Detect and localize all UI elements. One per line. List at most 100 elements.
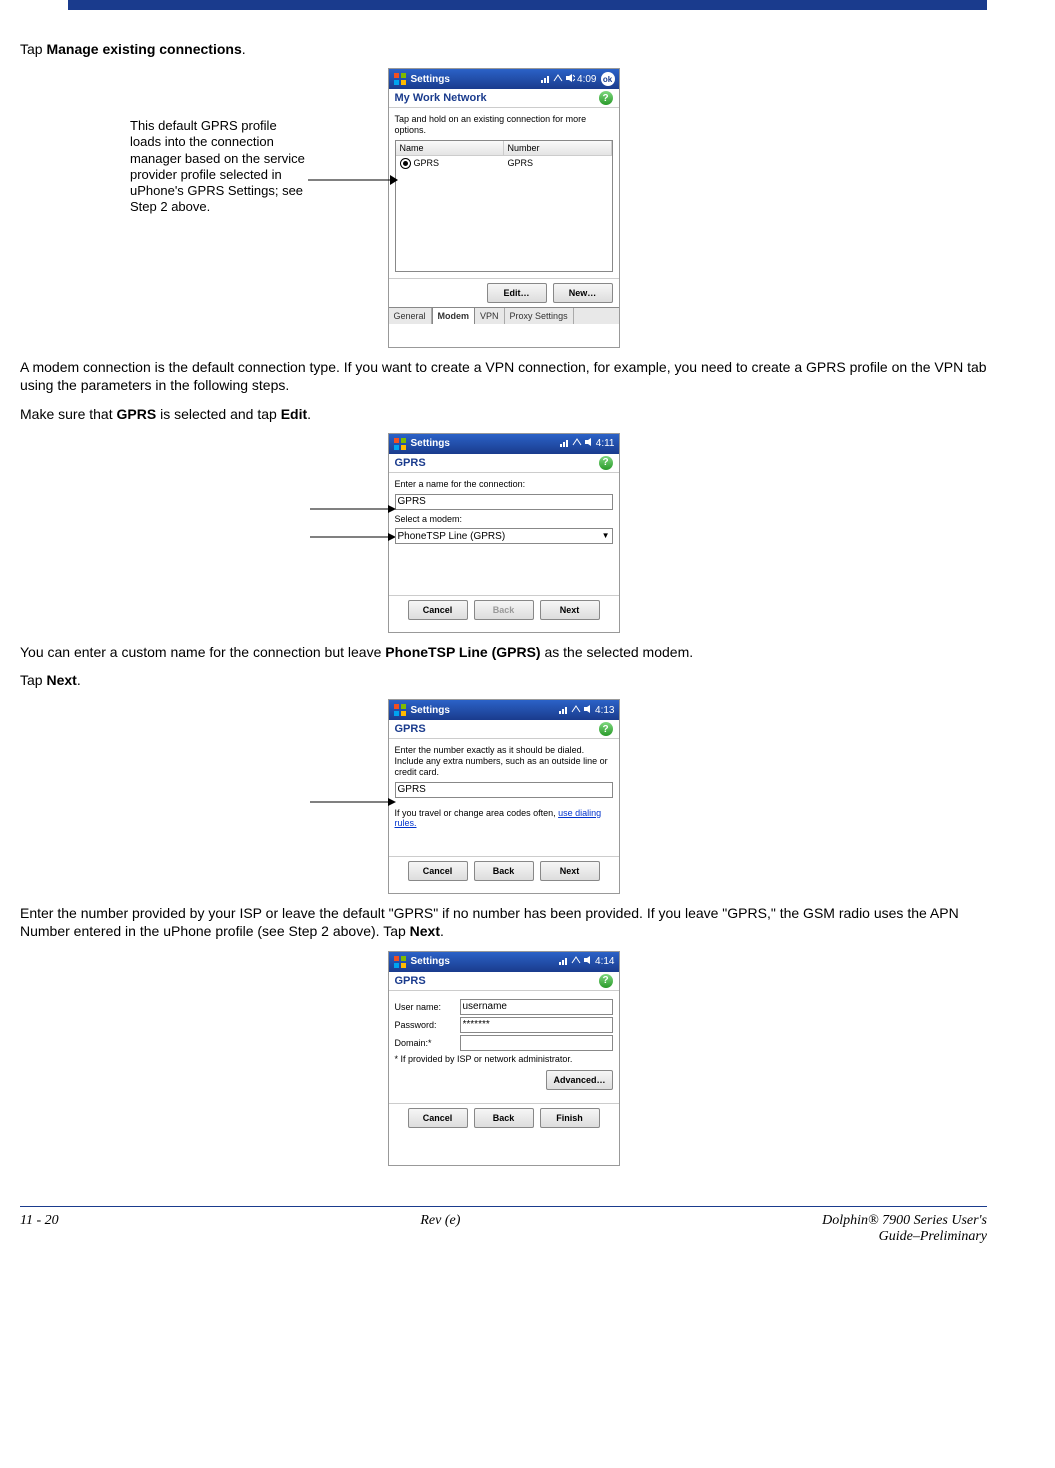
dial-number-input[interactable] <box>395 782 613 798</box>
windows-flag-icon <box>393 72 407 86</box>
footer-page-number: 11 - 20 <box>20 1213 59 1245</box>
para-modem-default: A modem connection is the default connec… <box>20 358 987 394</box>
device-title: Settings <box>411 74 542 85</box>
vol-icon <box>565 73 575 86</box>
radio-selected-icon[interactable] <box>400 158 411 169</box>
para-tap-next: Tap Next. <box>20 671 987 689</box>
connection-name-input[interactable] <box>395 494 613 510</box>
connections-list[interactable]: Name Number GPRS GPRS <box>395 140 613 272</box>
cancel-button[interactable]: Cancel <box>408 861 468 881</box>
back-button[interactable]: Back <box>474 861 534 881</box>
arrow-number-field <box>310 794 396 810</box>
cell-number: GPRS <box>504 156 612 171</box>
username-input[interactable] <box>460 999 613 1015</box>
hint-text: Tap and hold on an existing connection f… <box>395 114 613 136</box>
edit-button[interactable]: Edit… <box>487 283 547 303</box>
back-button: Back <box>474 600 534 620</box>
clock-text: 4:11 <box>596 438 615 449</box>
signal-icon <box>559 955 569 968</box>
next-button[interactable]: Next <box>540 600 600 620</box>
conn-icon <box>571 704 581 717</box>
help-icon[interactable]: ? <box>599 91 613 105</box>
travel-hint: If you travel or change area codes often… <box>395 808 613 830</box>
conn-icon <box>572 437 582 450</box>
help-icon[interactable]: ? <box>599 722 613 736</box>
ok-button[interactable]: ok <box>601 72 615 86</box>
advanced-button[interactable]: Advanced… <box>546 1070 612 1090</box>
signal-icon <box>560 437 570 450</box>
subtitle-text: GPRS <box>395 457 426 469</box>
hint-dial-number: Enter the number exactly as it should be… <box>395 745 613 777</box>
device-title: Settings <box>411 438 560 449</box>
footer-revision: Rev (e) <box>420 1213 460 1245</box>
finish-button[interactable]: Finish <box>540 1108 600 1128</box>
text: Tap <box>20 41 46 57</box>
callout-default-gprs: This default GPRS profile loads into the… <box>130 118 305 216</box>
clock-text: 4:09 <box>577 74 596 85</box>
label-select-modem: Select a modem: <box>395 514 613 525</box>
chevron-down-icon: ▼ <box>602 531 610 540</box>
device-titlebar: Settings 4:09 ok <box>389 69 619 89</box>
list-item[interactable]: GPRS GPRS <box>396 156 612 171</box>
device-titlebar: Settings 4:13 <box>389 700 619 720</box>
cancel-button[interactable]: Cancel <box>408 1108 468 1128</box>
footer-doc-title-1: Dolphin® 7900 Series User's <box>822 1213 987 1229</box>
back-button[interactable]: Back <box>474 1108 534 1128</box>
conn-icon <box>553 73 563 86</box>
device-titlebar: Settings 4:14 <box>389 952 619 972</box>
para-enter-number: Enter the number provided by your ISP or… <box>20 904 987 940</box>
text: . <box>242 41 246 57</box>
device-subtitle-bar: My Work Network ? <box>389 89 619 108</box>
page-footer: 11 - 20 Rev (e) Dolphin® 7900 Series Use… <box>0 1213 1055 1275</box>
label-username: User name: <box>395 1002 460 1012</box>
vol-icon <box>583 955 593 968</box>
help-icon[interactable]: ? <box>599 456 613 470</box>
tab-general[interactable]: General <box>389 308 432 324</box>
arrow-name-field <box>310 501 396 517</box>
subtitle-text: GPRS <box>395 975 426 987</box>
vol-icon <box>584 437 594 450</box>
col-header-name: Name <box>396 141 504 156</box>
para-select-gprs: Make sure that GPRS is selected and tap … <box>20 405 987 423</box>
arrow-callout-1 <box>308 173 398 189</box>
arrow-modem-field <box>310 529 396 545</box>
cell-name: GPRS <box>414 158 440 168</box>
modem-select[interactable] <box>395 528 613 544</box>
domain-input[interactable] <box>460 1035 613 1051</box>
page-header-bar <box>68 0 987 10</box>
device-title: Settings <box>411 705 560 716</box>
signal-icon <box>559 704 569 717</box>
tab-proxy[interactable]: Proxy Settings <box>505 308 574 324</box>
windows-flag-icon <box>393 955 407 969</box>
footer-rule <box>20 1206 987 1207</box>
label-connection-name: Enter a name for the connection: <box>395 479 613 490</box>
password-input[interactable] <box>460 1017 613 1033</box>
windows-flag-icon <box>393 437 407 451</box>
tab-modem[interactable]: Modem <box>432 307 476 324</box>
screenshot-my-work-network: Settings 4:09 ok My Work Network ? Tap a… <box>388 68 620 348</box>
vol-icon <box>583 704 593 717</box>
note-isp: * If provided by ISP or network administ… <box>395 1054 613 1065</box>
col-header-number: Number <box>504 141 612 156</box>
next-button[interactable]: Next <box>540 861 600 881</box>
cancel-button[interactable]: Cancel <box>408 600 468 620</box>
clock-text: 4:13 <box>595 705 614 716</box>
help-icon[interactable]: ? <box>599 974 613 988</box>
tab-bar: General Modem VPN Proxy Settings <box>389 307 619 324</box>
para-manage-connections: Tap Manage existing connections. <box>20 40 987 58</box>
screenshot-edit-connection: Settings 4:11 GPRS? Enter a name for the… <box>388 433 620 633</box>
screenshot-enter-number: Settings 4:13 GPRS? Enter the number exa… <box>388 699 620 894</box>
para-leave-modem: You can enter a custom name for the conn… <box>20 643 987 661</box>
label-password: Password: <box>395 1020 460 1030</box>
device-title: Settings <box>411 956 560 967</box>
tab-vpn[interactable]: VPN <box>475 308 505 324</box>
windows-flag-icon <box>393 703 407 717</box>
clock-text: 4:14 <box>595 956 614 967</box>
term-manage-existing: Manage existing connections <box>46 41 241 57</box>
new-button[interactable]: New… <box>553 283 613 303</box>
device-titlebar: Settings 4:11 <box>389 434 619 454</box>
subtitle-text: My Work Network <box>395 92 487 104</box>
subtitle-text: GPRS <box>395 723 426 735</box>
label-domain: Domain:* <box>395 1038 460 1048</box>
screenshot-credentials: Settings 4:14 GPRS? User name: Password:… <box>388 951 620 1166</box>
